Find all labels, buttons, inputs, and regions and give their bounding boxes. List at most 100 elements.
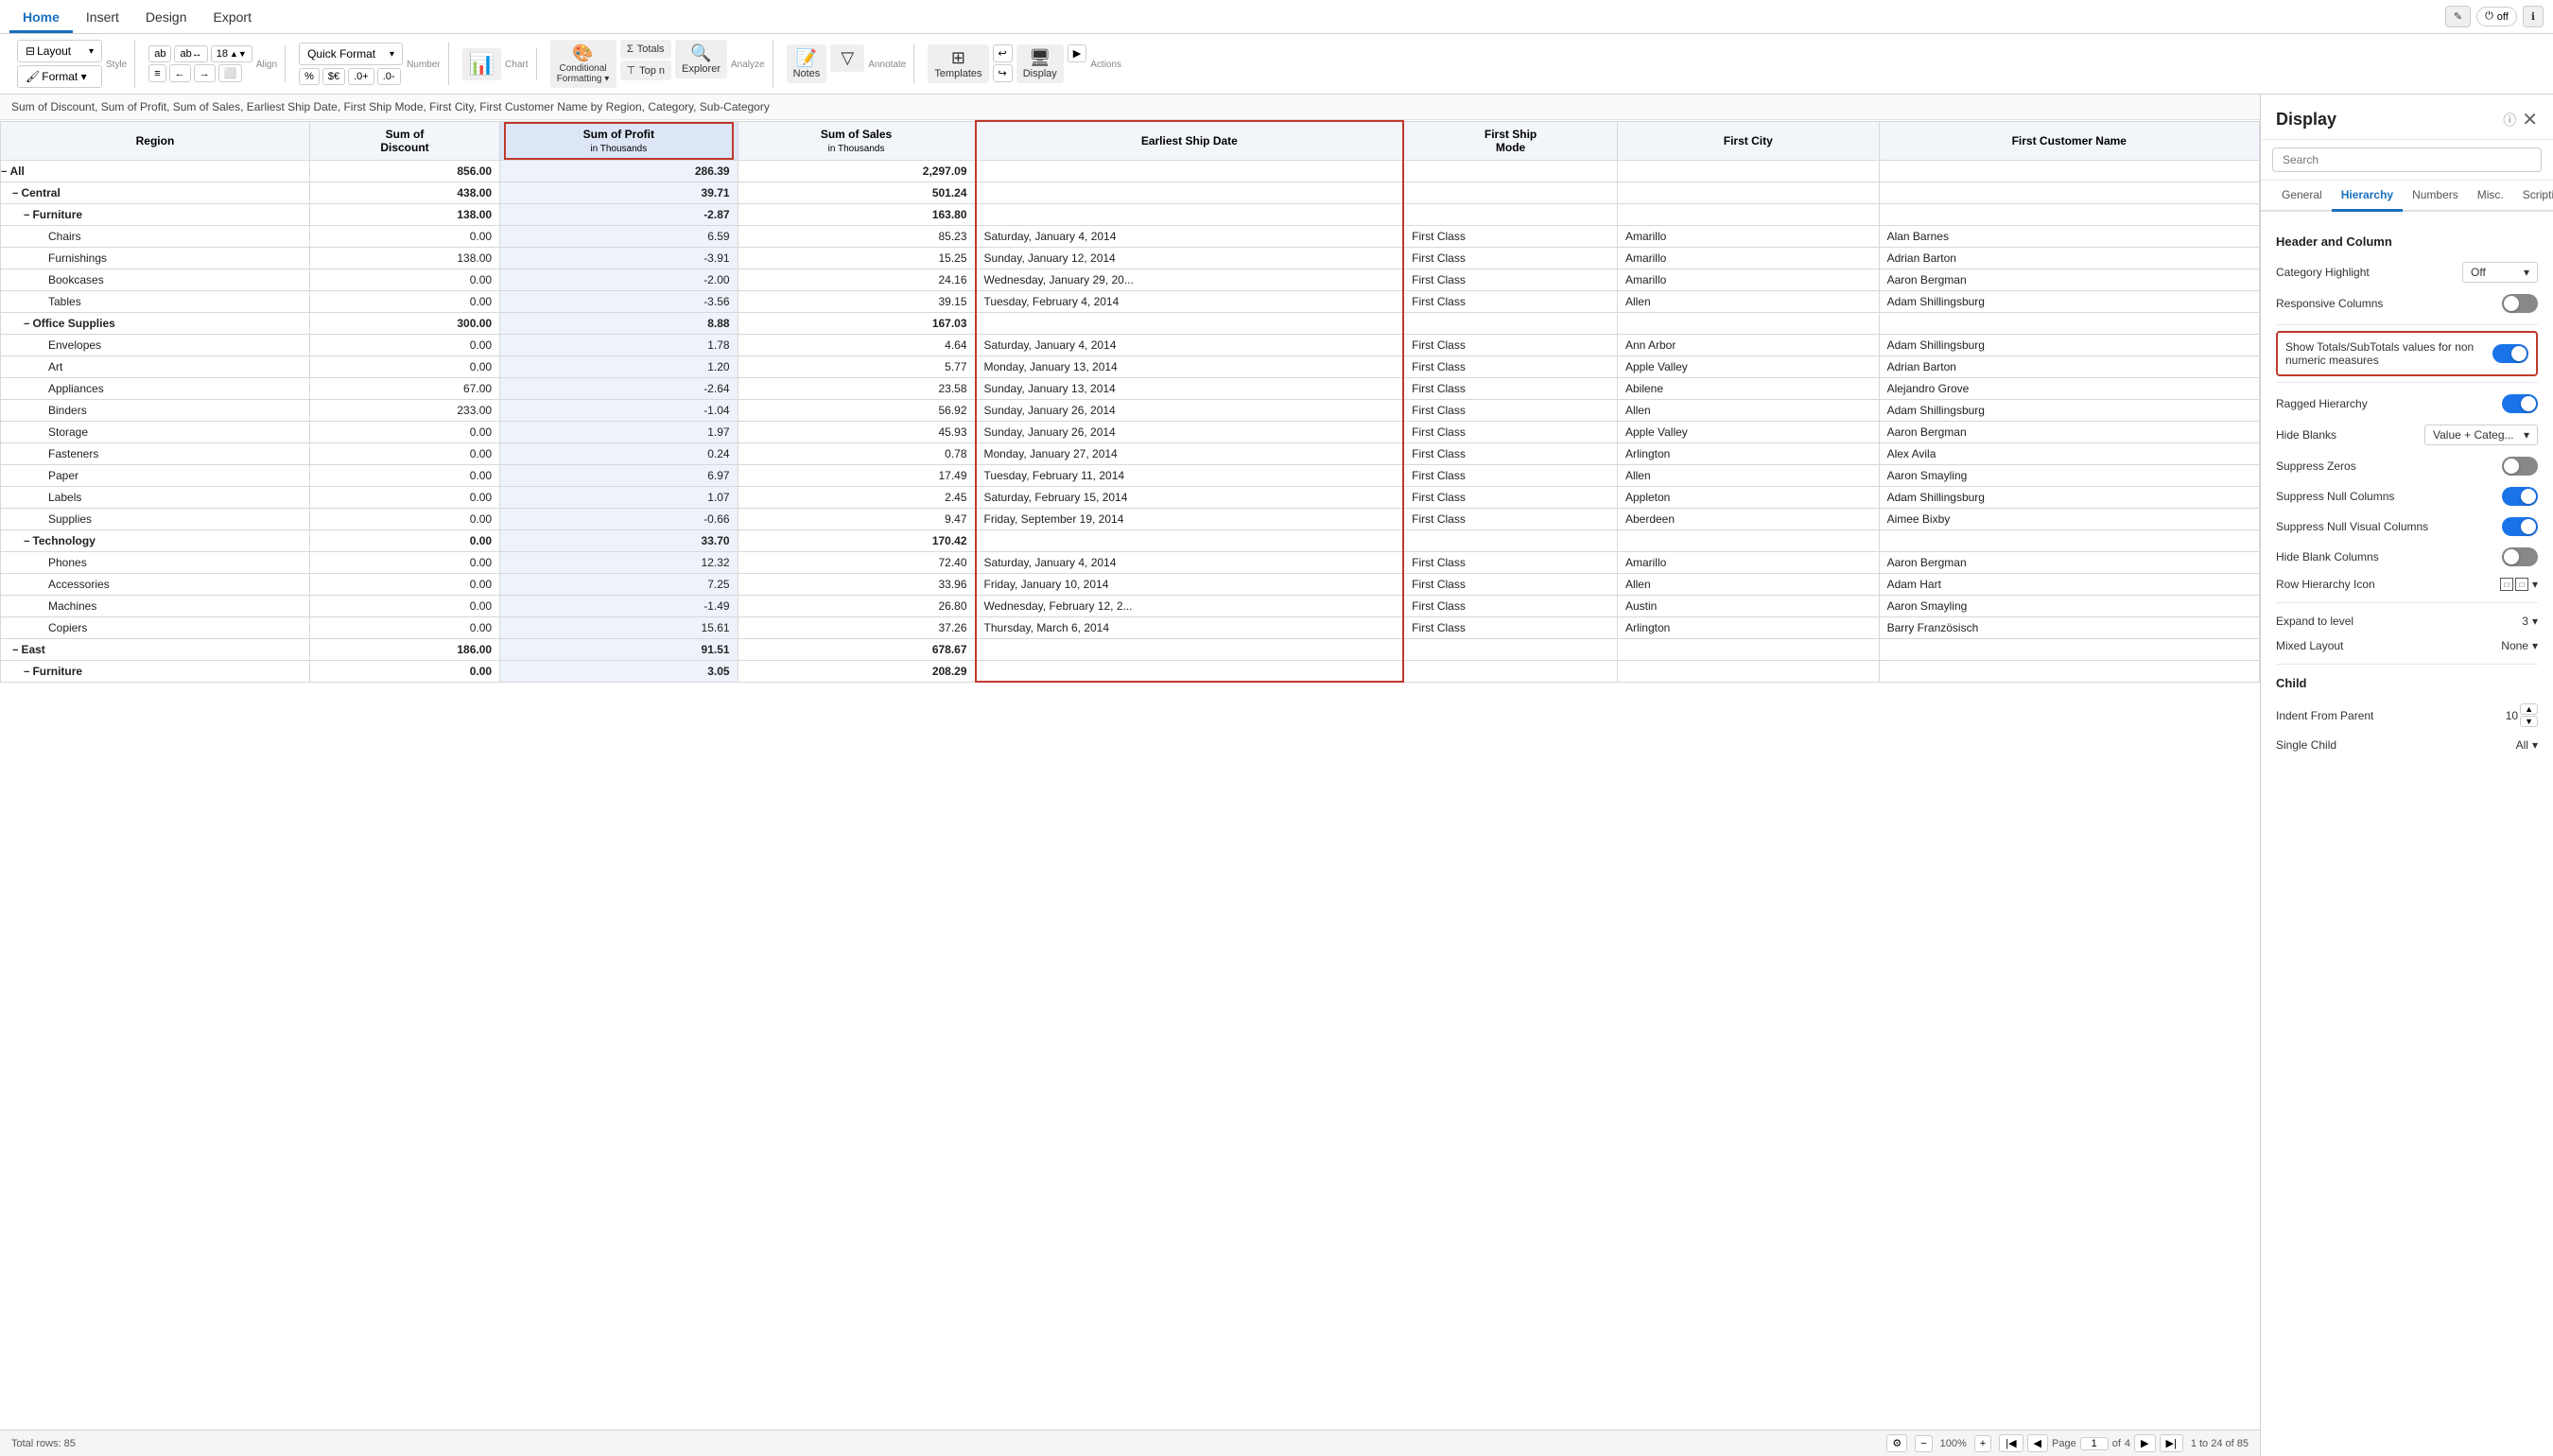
- currency-btn[interactable]: $€: [322, 68, 345, 85]
- more-actions-btn[interactable]: ▶: [1068, 44, 1086, 62]
- totals-btn[interactable]: Σ Totals: [620, 40, 672, 59]
- mixed-layout-label: Mixed Layout: [2276, 639, 2343, 652]
- col-header-sales[interactable]: Sum of Salesin Thousands: [738, 121, 975, 160]
- tab-numbers[interactable]: Numbers: [2403, 181, 2468, 212]
- col-header-discount[interactable]: Sum ofDiscount: [309, 121, 499, 160]
- layout-dropdown[interactable]: ⊟ Layout ▾: [17, 40, 102, 62]
- col-header-city[interactable]: First City: [1617, 121, 1879, 160]
- row-cell: 0.00: [309, 508, 499, 529]
- expand-icon[interactable]: −: [24, 536, 29, 547]
- tab-insert[interactable]: Insert: [73, 4, 132, 33]
- row-cell: 163.80: [738, 203, 975, 225]
- page-last-btn[interactable]: ▶|: [2160, 1434, 2183, 1452]
- data-area: Sum of Discount, Sum of Profit, Sum of S…: [0, 95, 2260, 1456]
- zoom-out-btn[interactable]: −: [1915, 1435, 1932, 1452]
- undo-btn[interactable]: ↩: [993, 44, 1013, 62]
- col-header-region[interactable]: Region: [1, 121, 310, 160]
- text-align-btn[interactable]: ab: [148, 45, 171, 62]
- off-toggle-button[interactable]: ⏻ off: [2476, 7, 2517, 26]
- decimal-inc-btn[interactable]: .0+: [348, 68, 374, 85]
- text-align2-btn[interactable]: ab↔: [174, 45, 207, 62]
- expand-icon[interactable]: −: [12, 645, 18, 656]
- show-totals-knob: [2511, 346, 2527, 361]
- table-row: −East186.0091.51678.67: [1, 638, 2260, 660]
- row-cell: [976, 660, 1404, 682]
- indent-up-btn[interactable]: ▲: [2520, 703, 2538, 715]
- hide-blanks-dropdown[interactable]: Value + Categ... ▾: [2424, 425, 2538, 445]
- page-prev-btn[interactable]: ◀: [2027, 1434, 2048, 1452]
- outdent-btn[interactable]: →: [194, 64, 216, 82]
- expand-icon[interactable]: −: [24, 319, 29, 330]
- notes-btn[interactable]: 📝 Notes: [787, 44, 827, 83]
- annotate-group: 📝 Notes ▽ Annotate: [779, 44, 915, 83]
- tab-design[interactable]: Design: [132, 4, 200, 33]
- suppress-zeros-toggle[interactable]: [2502, 457, 2538, 476]
- responsive-columns-toggle[interactable]: [2502, 294, 2538, 313]
- display-btn[interactable]: 🖥 Display: [1016, 44, 1064, 83]
- table-row: Appliances67.00-2.6423.58Sunday, January…: [1, 377, 2260, 399]
- row-cell: Allen: [1617, 399, 1879, 421]
- tab-general[interactable]: General: [2272, 181, 2332, 212]
- row-cell: 9.47: [738, 508, 975, 529]
- suppress-null-columns-toggle[interactable]: [2502, 487, 2538, 506]
- total-rows: Total rows: 85: [11, 1438, 76, 1449]
- tab-misc[interactable]: Misc.: [2468, 181, 2513, 212]
- ribbon: Home Insert Design Export ✎ ⏻ off ℹ ⊟ La…: [0, 0, 2553, 95]
- explorer-btn[interactable]: 🔍 Explorer: [675, 40, 727, 78]
- tab-hierarchy[interactable]: Hierarchy: [2332, 181, 2403, 212]
- tab-export[interactable]: Export: [200, 4, 265, 33]
- table-row: Binders233.00-1.0456.92Sunday, January 2…: [1, 399, 2260, 421]
- page-input[interactable]: [2080, 1437, 2109, 1450]
- panel-close-btn[interactable]: ✕: [2522, 108, 2538, 131]
- row-hierarchy-icon-chevron[interactable]: ▾: [2532, 578, 2538, 591]
- format-dropdown[interactable]: 🖌 Format ▾: [17, 65, 102, 88]
- align-left-btn[interactable]: ≡: [148, 64, 165, 82]
- filter-btn[interactable]: ▽: [830, 44, 864, 72]
- hide-blank-columns-toggle[interactable]: [2502, 547, 2538, 566]
- row-cell: Saturday, February 15, 2014: [976, 486, 1404, 508]
- show-totals-toggle[interactable]: [2492, 344, 2528, 363]
- panel-search-input[interactable]: [2272, 147, 2542, 172]
- conditional-format-btn[interactable]: 🎨 ConditionalFormatting ▾: [550, 40, 617, 88]
- decimal-dec-btn[interactable]: .0-: [377, 68, 401, 85]
- zoom-in-btn[interactable]: +: [1974, 1435, 1991, 1452]
- templates-btn[interactable]: ⊞ Templates: [928, 44, 988, 83]
- ragged-hierarchy-toggle[interactable]: [2502, 394, 2538, 413]
- col-header-ship-mode[interactable]: First ShipMode: [1403, 121, 1617, 160]
- suppress-null-visual-toggle[interactable]: [2502, 517, 2538, 536]
- row-cell: [1879, 660, 2259, 682]
- border-btn[interactable]: ⬜: [218, 64, 243, 82]
- show-totals-row: Show Totals/SubTotals values for non num…: [2276, 331, 2538, 376]
- indent-down-btn[interactable]: ▼: [2520, 716, 2538, 727]
- settings-btn[interactable]: ⚙: [1886, 1434, 1907, 1452]
- tab-home[interactable]: Home: [9, 4, 73, 33]
- row-cell: 0.00: [309, 595, 499, 616]
- topn-btn[interactable]: ⊤ Top n: [620, 61, 672, 80]
- chart-btn[interactable]: 📊: [462, 48, 501, 80]
- mixed-layout-chevron[interactable]: ▾: [2532, 639, 2538, 652]
- page-next-btn[interactable]: ▶: [2134, 1434, 2155, 1452]
- indent-btn[interactable]: ←: [169, 64, 191, 82]
- expand-icon[interactable]: −: [24, 210, 29, 221]
- table-wrapper[interactable]: Region Sum ofDiscount Sum of Profitin Th…: [0, 120, 2260, 1430]
- hide-blanks-chevron: ▾: [2524, 428, 2529, 442]
- tab-scripting[interactable]: Scripting: [2513, 181, 2553, 212]
- edit-toggle-button[interactable]: ✎: [2445, 6, 2471, 27]
- category-highlight-row: Category Highlight Off ▾: [2276, 256, 2538, 288]
- expand-icon[interactable]: −: [1, 166, 7, 178]
- page-first-btn[interactable]: |◀: [1999, 1434, 2023, 1452]
- expand-level-chevron[interactable]: ▾: [2532, 615, 2538, 628]
- expand-icon[interactable]: −: [12, 188, 18, 199]
- single-child-chevron[interactable]: ▾: [2532, 738, 2538, 752]
- percent-btn[interactable]: %: [299, 68, 320, 85]
- redo-btn[interactable]: ↪: [993, 64, 1013, 82]
- col-header-ship-date[interactable]: Earliest Ship Date: [976, 121, 1404, 160]
- quick-format-dropdown[interactable]: Quick Format ▾: [299, 43, 403, 65]
- col-header-customer[interactable]: First Customer Name: [1879, 121, 2259, 160]
- category-highlight-dropdown[interactable]: Off ▾: [2462, 262, 2538, 283]
- row-cell: [1879, 203, 2259, 225]
- info-button[interactable]: ℹ: [2523, 6, 2544, 27]
- col-header-profit[interactable]: Sum of Profitin Thousands: [500, 121, 738, 160]
- expand-icon[interactable]: −: [24, 667, 29, 678]
- font-size-btn[interactable]: 18 ▲▼: [211, 45, 252, 62]
